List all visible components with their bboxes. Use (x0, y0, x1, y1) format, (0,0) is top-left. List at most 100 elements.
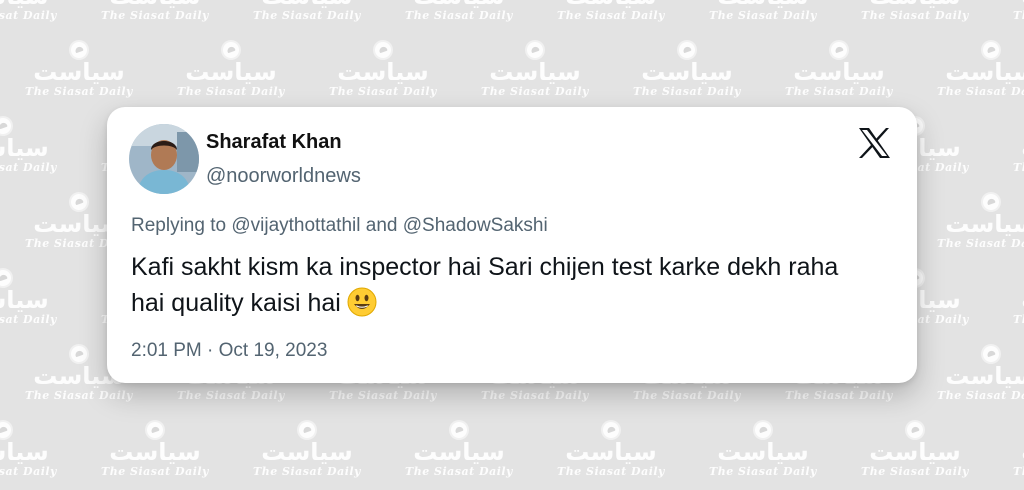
author-handle[interactable]: @noorworldnews (206, 165, 361, 188)
watermark-logo-icon (0, 270, 11, 286)
watermark-logo-icon (147, 422, 163, 438)
watermark-logo-icon (831, 42, 847, 58)
watermark-tile: سیاستThe Siasat Daily (1008, 270, 1024, 346)
watermark-caption: The Siasat Daily (937, 85, 1024, 98)
watermark-urdu-text: سیاست (704, 0, 822, 9)
watermark-urdu-text: سیاست (552, 0, 670, 9)
watermark-tile: سیاستThe Siasat Daily (0, 0, 62, 42)
avatar[interactable] (129, 124, 199, 194)
watermark-urdu-text: سیاست (400, 0, 518, 9)
watermark-urdu-text: سیاست (1008, 0, 1024, 9)
watermark-caption: The Siasat Daily (25, 389, 133, 402)
watermark-logo-icon (451, 422, 467, 438)
watermark-urdu-text: سیاست (945, 58, 1024, 86)
watermark-logo-icon (755, 422, 771, 438)
watermark-urdu-text: سیاست (945, 362, 1024, 390)
watermark-urdu-text: سیاست (185, 58, 277, 86)
watermark-urdu-text: سیاست (109, 438, 201, 466)
watermark-logo-icon (375, 42, 391, 58)
watermark-tile: سیاستThe Siasat Daily (1008, 422, 1024, 490)
watermark-caption: The Siasat Daily (633, 85, 741, 98)
watermark-logo-icon (71, 42, 87, 58)
watermark-logo-icon (603, 422, 619, 438)
replying-to-line: Replying to @vijaythottathil and @Shadow… (131, 215, 548, 237)
watermark-caption: The Siasat Daily (329, 389, 437, 402)
watermark-caption: The Siasat Daily (861, 465, 969, 478)
watermark-logo-icon (71, 194, 87, 210)
watermark-tile: سیاستThe Siasat Daily (0, 118, 62, 194)
reply-conjunction: and (365, 215, 398, 236)
watermark-tile: سیاستThe Siasat Daily (96, 0, 214, 42)
watermark-logo-icon (527, 42, 543, 58)
watermark-urdu-text: سیاست (248, 0, 366, 9)
watermark-logo-icon (983, 42, 999, 58)
watermark-tile: سیاستThe Siasat Daily (0, 422, 62, 490)
watermark-urdu-text: سیاست (1008, 135, 1024, 161)
watermark-caption: The Siasat Daily (785, 85, 893, 98)
watermark-caption: The Siasat Daily (481, 389, 589, 402)
watermark-caption: The Siasat Daily (1013, 9, 1024, 22)
watermark-tile: سیاستThe Siasat Daily (400, 0, 518, 42)
watermark-urdu-text: سیاست (565, 438, 657, 466)
watermark-tile: سیاستThe Siasat Daily (856, 0, 974, 42)
watermark-logo-icon (299, 422, 315, 438)
watermark-caption: The Siasat Daily (1013, 465, 1024, 478)
watermark-tile: سیاستThe Siasat Daily (0, 270, 62, 346)
watermark-caption: The Siasat Daily (177, 389, 285, 402)
watermark-logo-icon (0, 118, 11, 134)
watermark-logo-icon (71, 346, 87, 362)
author-display-name[interactable]: Sharafat Khan (206, 131, 342, 154)
watermark-urdu-text: سیاست (413, 438, 505, 466)
watermark-caption: The Siasat Daily (481, 85, 589, 98)
watermark-caption: The Siasat Daily (861, 9, 969, 22)
tweet-timestamp[interactable]: 2:01 PM · Oct 19, 2023 (131, 340, 327, 362)
watermark-caption: The Siasat Daily (253, 9, 361, 22)
watermark-caption: The Siasat Daily (633, 389, 741, 402)
watermark-caption: The Siasat Daily (405, 465, 513, 478)
watermark-caption: The Siasat Daily (937, 389, 1024, 402)
reply-prefix: Replying to (131, 215, 227, 236)
watermark-tile: سیاستThe Siasat Daily (96, 422, 214, 490)
mention-link-shadowsakshi[interactable]: @ShadowSakshi (403, 215, 548, 236)
watermark-caption: The Siasat Daily (177, 85, 285, 98)
watermark-caption: The Siasat Daily (709, 9, 817, 22)
watermark-logo-icon (0, 422, 11, 438)
avatar-image (129, 124, 199, 194)
watermark-tile: سیاستThe Siasat Daily (1008, 0, 1024, 42)
watermark-urdu-text: سیاست (33, 58, 125, 86)
watermark-logo-icon (983, 346, 999, 362)
watermark-caption: The Siasat Daily (557, 465, 665, 478)
mention-link-vijaythottathil[interactable]: @vijaythottathil (231, 215, 360, 236)
watermark-urdu-text: سیاست (856, 0, 974, 9)
watermark-tile: سیاستThe Siasat Daily (248, 422, 366, 490)
watermark-urdu-text: سیاست (0, 438, 49, 466)
watermark-caption: The Siasat Daily (253, 465, 361, 478)
watermark-caption: The Siasat Daily (101, 9, 209, 22)
watermark-tile: سیاستThe Siasat Daily (552, 0, 670, 42)
watermark-caption: The Siasat Daily (937, 237, 1024, 250)
watermark-tile: سیاستThe Siasat Daily (932, 346, 1024, 422)
watermark-tile: سیاستThe Siasat Daily (932, 42, 1024, 118)
smiling-face-emoji-icon (347, 287, 377, 327)
tweet-text: Kafi sakht kism ka inspector hai Sari ch… (131, 253, 839, 317)
watermark-urdu-text: سیاست (337, 58, 429, 86)
watermark-tile: سیاستThe Siasat Daily (704, 0, 822, 42)
watermark-urdu-text: سیاست (96, 0, 214, 9)
watermark-urdu-text: سیاست (0, 134, 49, 162)
watermark-logo-icon (223, 42, 239, 58)
watermark-tile: سیاستThe Siasat Daily (932, 194, 1024, 270)
watermark-tile: سیاستThe Siasat Daily (1008, 118, 1024, 194)
watermark-urdu-text: سیاست (1008, 439, 1024, 465)
tweet-card[interactable]: Sharafat Khan @noorworldnews Replying to… (107, 107, 917, 383)
watermark-caption: The Siasat Daily (0, 313, 57, 326)
x-logo-icon[interactable] (857, 127, 891, 159)
watermark-urdu-text: سیاست (869, 438, 961, 466)
watermark-urdu-text: سیاست (489, 58, 581, 86)
watermark-logo-icon (907, 422, 923, 438)
tweet-body: Kafi sakht kism ka inspector hai Sari ch… (131, 249, 871, 327)
watermark-caption: The Siasat Daily (0, 161, 57, 174)
watermark-tile: سیاستThe Siasat Daily (400, 422, 518, 490)
watermark-caption: The Siasat Daily (709, 465, 817, 478)
watermark-urdu-text: سیاست (0, 286, 49, 314)
watermark-caption: The Siasat Daily (785, 389, 893, 402)
